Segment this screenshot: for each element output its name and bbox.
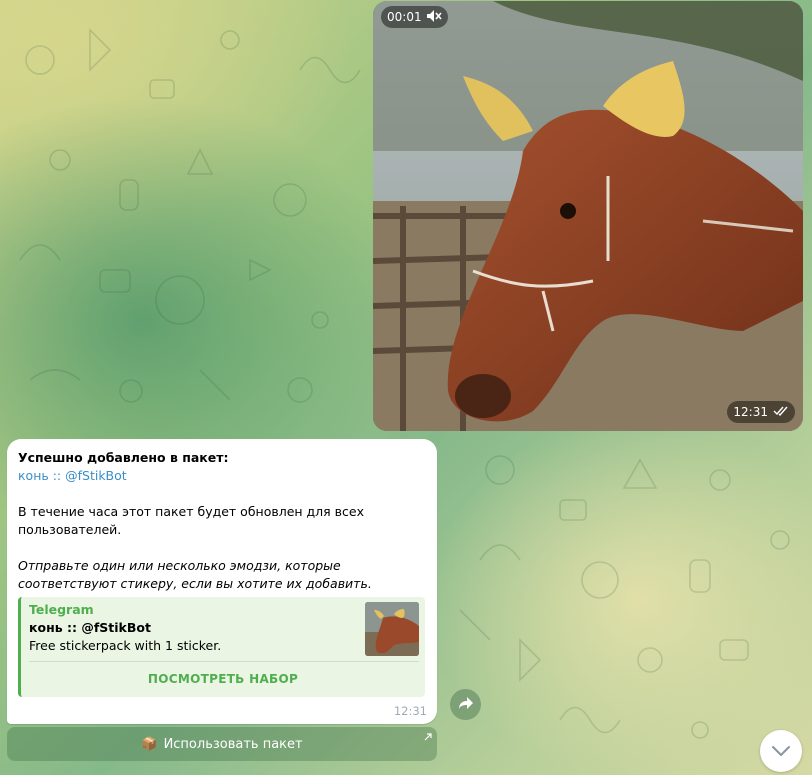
video-elapsed-badge[interactable]: 00:01 [381, 6, 448, 28]
share-button[interactable] [450, 689, 481, 720]
sticker-pack-link[interactable]: конь :: @fStikBot [18, 467, 426, 485]
open-link-arrow-icon [424, 730, 432, 745]
use-pack-button[interactable]: 📦 Использовать пакет [7, 727, 437, 761]
message-heading: Успешно добавлено в пакет: [18, 450, 229, 465]
preview-site-name: Telegram [29, 602, 94, 617]
video-message[interactable]: 00:01 12:31 [373, 1, 803, 431]
message-time: 12:31 [393, 704, 427, 718]
message-paragraph-update: В течение часа этот пакет будет обновлен… [18, 504, 364, 537]
video-elapsed: 00:01 [387, 10, 422, 24]
video-time-text: 12:31 [733, 405, 768, 419]
double-check-icon [773, 405, 789, 419]
scroll-down-button[interactable] [760, 730, 802, 772]
preview-description: Free stickerpack with 1 sticker. [29, 638, 222, 653]
preview-thumbnail[interactable] [365, 602, 419, 656]
package-emoji: 📦 [141, 736, 158, 752]
link-preview[interactable]: Telegram конь :: @fStikBot Free stickerp… [18, 597, 425, 697]
view-sticker-set-button[interactable]: ПОСМОТРЕТЬ НАБОР [21, 665, 425, 693]
horse-video-frame [373, 1, 803, 431]
message-paragraph-emoji: Отправьте один или несколько эмодзи, кот… [18, 558, 372, 591]
use-pack-label: Использовать пакет [163, 736, 303, 752]
preview-title: конь :: @fStikBot [29, 620, 151, 635]
bot-message-bubble: Успешно добавлено в пакет: конь :: @fSti… [7, 439, 437, 724]
forward-arrow-icon [458, 695, 474, 714]
muted-speaker-icon[interactable] [426, 9, 442, 26]
video-timestamp: 12:31 [727, 401, 795, 423]
chevron-down-icon [771, 742, 791, 761]
